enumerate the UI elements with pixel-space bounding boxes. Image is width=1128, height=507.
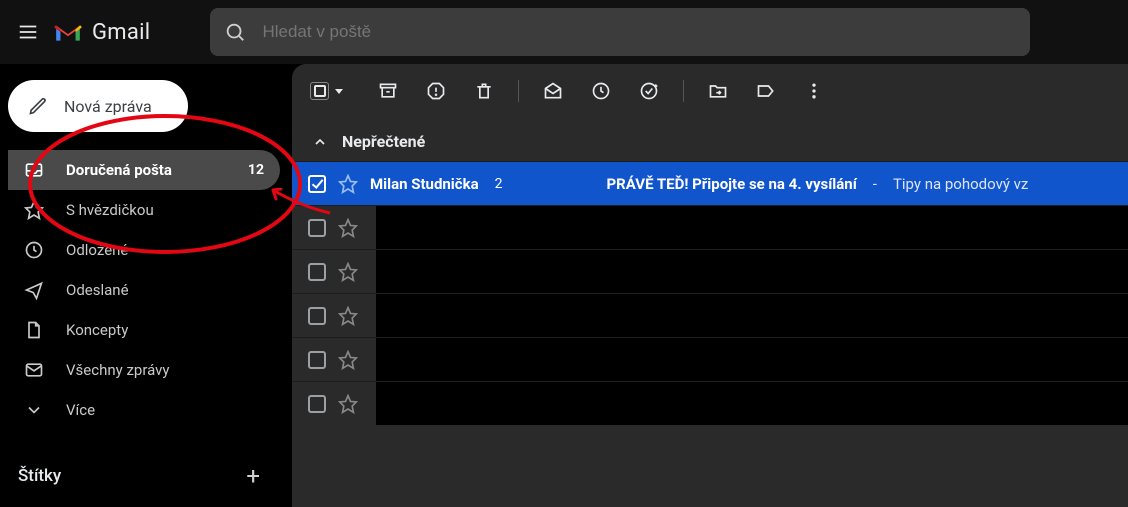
- row-subject: PRÁVĚ TEĎ! Připojte se na 4. vysílání: [607, 175, 857, 193]
- row-checkbox[interactable]: [308, 219, 326, 237]
- inbox-icon: [24, 160, 44, 180]
- redacted-area: [376, 250, 1128, 293]
- sidebar-item-inbox[interactable]: Doručená pošta 12: [8, 150, 280, 190]
- move-to-button[interactable]: [702, 75, 734, 107]
- app-header: Gmail: [0, 0, 1128, 64]
- report-spam-button[interactable]: [420, 75, 452, 107]
- search-box[interactable]: [210, 8, 1030, 56]
- trash-icon: [474, 81, 494, 101]
- redacted-area: [376, 382, 1128, 425]
- labels-header: Štítky +: [8, 458, 280, 494]
- app-name-label: Gmail: [92, 20, 150, 45]
- folder-move-icon: [708, 81, 728, 101]
- row-snippet-sep: -: [873, 175, 877, 193]
- pencil-icon: [28, 96, 48, 116]
- search-icon: [224, 21, 246, 43]
- sidebar-item-label: Více: [66, 401, 95, 419]
- email-row[interactable]: [292, 337, 1128, 381]
- row-checkbox[interactable]: [308, 175, 326, 193]
- section-title: Nepřečtené: [342, 132, 425, 151]
- row-star[interactable]: [338, 306, 358, 326]
- add-label-button[interactable]: +: [246, 462, 260, 490]
- row-snippet: Tipy na pohodový vz: [893, 175, 1028, 193]
- labels-button[interactable]: [750, 75, 782, 107]
- mark-unread-button[interactable]: [537, 75, 569, 107]
- more-vert-icon: [804, 81, 824, 101]
- email-row[interactable]: [292, 293, 1128, 337]
- snooze-button[interactable]: [585, 75, 617, 107]
- send-icon: [24, 280, 44, 300]
- main-area: Nepřečtené Milan Studnička 2 PRÁVĚ TEĎ! …: [280, 64, 1128, 507]
- sidebar-item-starred[interactable]: S hvězdičkou: [8, 190, 280, 230]
- report-icon: [426, 81, 446, 101]
- redacted-area: [376, 294, 1128, 337]
- row-star[interactable]: [338, 350, 358, 370]
- more-button[interactable]: [798, 75, 830, 107]
- toolbar-divider: [683, 80, 684, 102]
- delete-button[interactable]: [468, 75, 500, 107]
- row-checkbox[interactable]: [308, 307, 326, 325]
- search-input[interactable]: [262, 22, 1016, 42]
- row-star[interactable]: [338, 394, 358, 414]
- sidebar-item-snoozed[interactable]: Odložené: [8, 230, 280, 270]
- add-to-tasks-button[interactable]: [633, 75, 665, 107]
- chevron-down-icon: [24, 400, 44, 420]
- row-star[interactable]: [338, 174, 358, 194]
- add-task-icon: [639, 81, 659, 101]
- email-row[interactable]: [292, 249, 1128, 293]
- sidebar-item-label: Odložené: [66, 241, 128, 259]
- search-container: [210, 8, 1030, 56]
- toolbar-divider: [518, 80, 519, 102]
- toolbar: [292, 64, 1128, 118]
- email-row-selected[interactable]: Milan Studnička 2 PRÁVĚ TEĎ! Připojte se…: [292, 161, 1128, 205]
- sidebar: Nová zpráva Doručená pošta 12 S hvězdičk…: [0, 64, 280, 507]
- archive-icon: [378, 81, 398, 101]
- select-all-dropdown[interactable]: [310, 75, 342, 107]
- row-star[interactable]: [338, 262, 358, 282]
- sidebar-item-label: Odeslané: [66, 281, 129, 299]
- labels-title: Štítky: [18, 466, 61, 486]
- compose-button[interactable]: Nová zpráva: [8, 80, 188, 132]
- label-icon: [756, 81, 776, 101]
- compose-label: Nová zpráva: [64, 97, 152, 116]
- row-checkbox[interactable]: [308, 395, 326, 413]
- chevron-up-icon: [312, 134, 328, 150]
- email-row[interactable]: [292, 381, 1128, 425]
- sidebar-item-drafts[interactable]: Koncepty: [8, 310, 280, 350]
- sidebar-item-label: Všechny zprávy: [66, 361, 170, 379]
- row-thread-count: 2: [495, 176, 503, 192]
- sidebar-item-allmail[interactable]: Všechny zprávy: [8, 350, 280, 390]
- sidebar-item-label: S hvězdičkou: [66, 201, 154, 219]
- mail-icon: [24, 360, 44, 380]
- clock-icon: [591, 81, 611, 101]
- email-row[interactable]: [292, 205, 1128, 249]
- sidebar-item-more[interactable]: Více: [8, 390, 280, 430]
- redacted-area: [376, 206, 1128, 249]
- mail-open-icon: [543, 81, 563, 101]
- file-icon: [24, 320, 44, 340]
- main-menu-icon[interactable]: [16, 20, 40, 44]
- row-checkbox[interactable]: [308, 263, 326, 281]
- inbox-count: 12: [248, 162, 264, 178]
- section-unread-header[interactable]: Nepřečtené: [292, 118, 1128, 161]
- sidebar-item-label: Doručená pošta: [66, 161, 172, 179]
- sidebar-item-label: Koncepty: [66, 321, 128, 339]
- archive-button[interactable]: [372, 75, 404, 107]
- row-star[interactable]: [338, 218, 358, 238]
- gmail-logo[interactable]: Gmail: [54, 20, 150, 45]
- row-checkbox[interactable]: [308, 351, 326, 369]
- row-sender: Milan Studnička: [370, 175, 479, 193]
- sidebar-item-sent[interactable]: Odeslané: [8, 270, 280, 310]
- star-icon: [24, 200, 44, 220]
- clock-icon: [24, 240, 44, 260]
- redacted-area: [376, 338, 1128, 381]
